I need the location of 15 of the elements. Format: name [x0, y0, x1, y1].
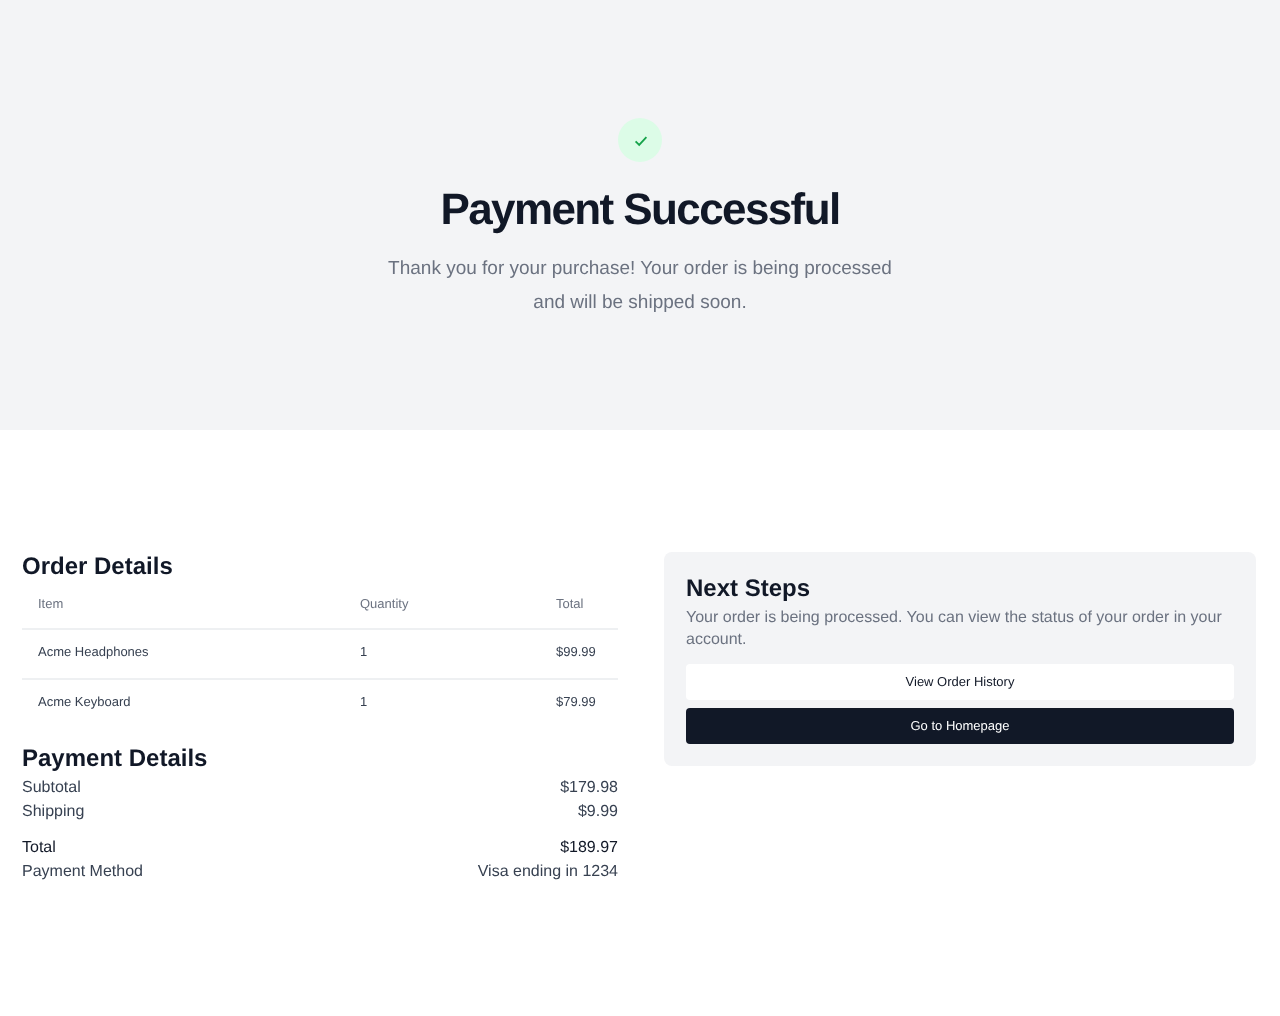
page-title: Payment Successful — [440, 184, 840, 236]
payment-value: $179.98 — [560, 778, 618, 796]
section-title: Order Details — [22, 552, 175, 580]
check-icon — [618, 118, 662, 162]
payment-value: Visa ending in 1234 — [477, 862, 618, 880]
payment-label: Subtotal — [22, 778, 81, 796]
section-title: Payment Details — [22, 744, 210, 772]
card-title: Next Steps — [686, 574, 813, 602]
payment-label: Shipping — [22, 802, 85, 820]
payment-label: Payment Method — [22, 862, 143, 880]
confirmation-message: Thank you for your purchase! Your order is being processed and will be shipped soon. — [386, 256, 894, 318]
payment-value: $189.97 — [560, 838, 618, 856]
card-text: Your order is being processed. You can view the status of your order in your account. — [686, 606, 1224, 650]
payment-value: $9.99 — [577, 802, 618, 820]
payment-label: Total — [22, 838, 56, 856]
